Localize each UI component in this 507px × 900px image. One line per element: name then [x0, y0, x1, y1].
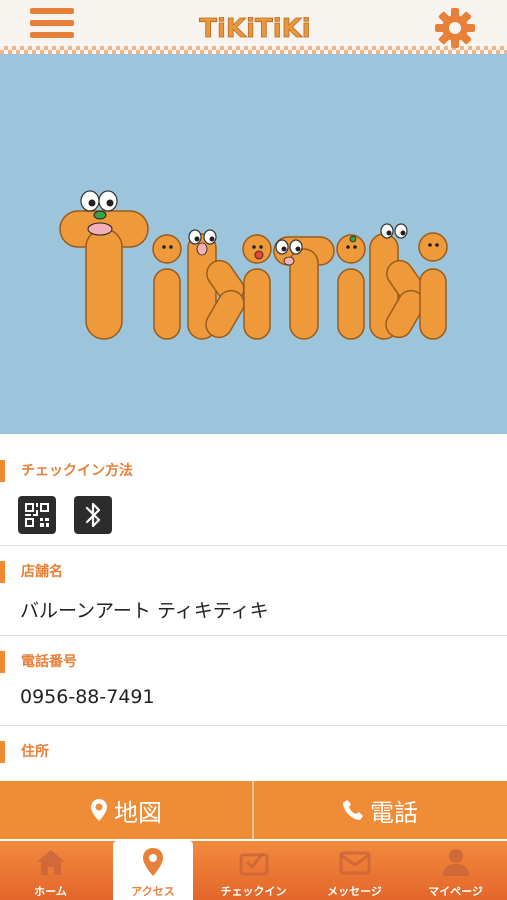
hero-logo	[59, 190, 448, 340]
tab-checkin[interactable]: チェックイン	[203, 841, 304, 900]
store-name-label: 店舗名	[0, 561, 63, 583]
tab-access-label: アクセス	[131, 885, 175, 898]
phone-number-section: 電話番号 0956-88-7491	[0, 636, 507, 726]
tab-message-label: メッセージ	[327, 885, 382, 898]
svg-text:TiKiTiKi: TiKiTiKi	[199, 14, 310, 44]
address-section: 住所	[0, 726, 507, 782]
tab-checkin-label: チェックイン	[220, 885, 287, 898]
store-name-value: バルーンアート ティキティキ	[20, 600, 269, 622]
checkin-icon	[239, 852, 269, 876]
map-button-label: 地図	[114, 798, 162, 827]
user-icon	[443, 849, 469, 876]
bluetooth-icon	[74, 496, 112, 534]
address-label: 住所	[0, 741, 49, 763]
phone-icon	[343, 800, 363, 820]
home-icon	[37, 850, 65, 875]
phone-number-value[interactable]: 0956-88-7491	[20, 686, 155, 708]
tab-mypage-label: マイページ	[428, 885, 483, 898]
app-header: TiKiTiKi	[0, 0, 507, 54]
checkin-method-section: チェックイン方法	[0, 450, 507, 546]
tab-message[interactable]: メッセージ	[304, 841, 405, 900]
qr-code-icon	[18, 496, 56, 534]
store-name-section: 店舗名 バルーンアート ティキティキ	[0, 546, 507, 636]
phone-number-label: 電話番号	[0, 651, 77, 673]
bottom-tab-bar: ホーム アクセス チェックイン メッセージ マイページ	[0, 841, 507, 900]
tab-home-label: ホーム	[34, 885, 67, 898]
map-button[interactable]: 地図	[0, 781, 252, 839]
action-bar: 地図 電話	[0, 781, 507, 839]
tab-home[interactable]: ホーム	[0, 841, 101, 900]
map-pin-icon	[143, 848, 163, 876]
call-button[interactable]: 電話	[254, 781, 506, 839]
tab-mypage[interactable]: マイページ	[405, 841, 506, 900]
hamburger-icon	[30, 8, 74, 14]
hamburger-menu-button[interactable]	[30, 8, 74, 44]
map-pin-icon	[91, 799, 107, 821]
header-logo: TiKiTiKi	[199, 14, 311, 44]
call-button-label: 電話	[370, 798, 418, 827]
gear-icon[interactable]	[433, 6, 477, 50]
hero-image	[0, 54, 507, 434]
mail-icon	[339, 851, 371, 875]
checkin-method-label: チェックイン方法	[0, 460, 133, 482]
tab-access[interactable]: アクセス	[113, 841, 193, 900]
header-border	[0, 46, 507, 54]
